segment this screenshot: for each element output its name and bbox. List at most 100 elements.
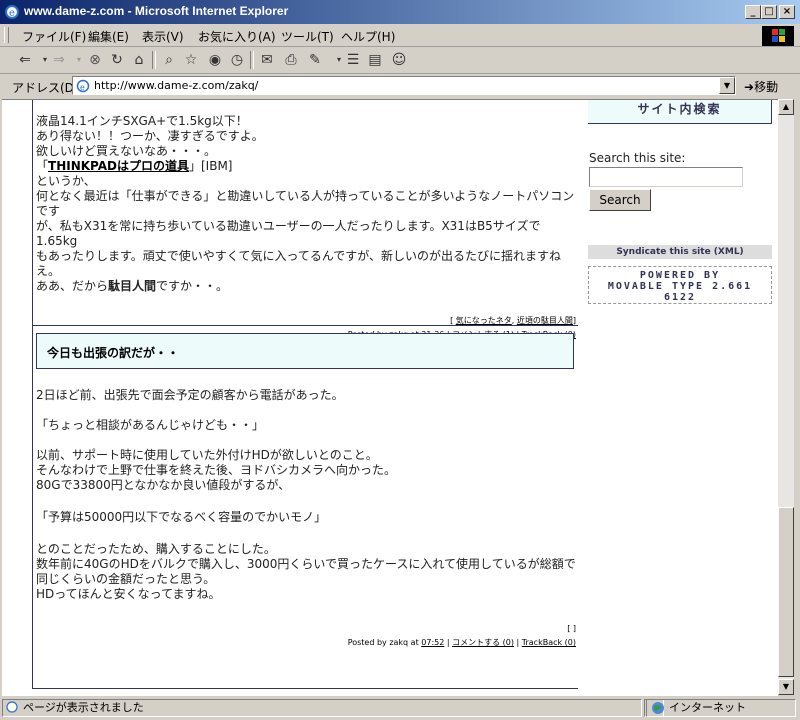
post-line: 以前、サポート時に使用していた外付けHDが欲しいとのこと。	[36, 448, 378, 462]
status-zone-panel: インターネット	[646, 699, 796, 717]
refresh-icon[interactable]: ↻	[108, 51, 126, 69]
page-icon: e	[76, 79, 90, 93]
post-line: 同じくらいの金額だったと思う。	[36, 572, 216, 586]
trackback-link[interactable]: TrackBack (0)	[522, 638, 576, 647]
favorites-icon[interactable]: ☆	[182, 51, 200, 69]
globe-icon	[651, 701, 665, 720]
last-suffix: ですか・・。	[156, 279, 229, 293]
site-search-heading: サイト内検索	[588, 100, 772, 124]
page-viewport: 液晶14.1インチSXGA+で1.5kg以下！ あり得ない！！つーか、凄すぎるで…	[2, 99, 778, 696]
search-button[interactable]: Search	[589, 189, 651, 211]
svg-text:e: e	[9, 8, 15, 19]
address-label: アドレス(D)	[12, 81, 79, 95]
post-line: が、私もX31を常に持ち歩いている勘違いユーザーの一人だったりします。X31はB…	[36, 219, 541, 248]
address-url: http://www.dame-z.com/zakq/	[94, 79, 259, 92]
print-icon[interactable]: ⎙	[282, 51, 300, 69]
menu-bar: ファイル(F) 編集(E) 表示(V) お気に入り(A) ツール(T) ヘルプ(…	[0, 24, 800, 47]
title-bar: e www.dame-z.com - Microsoft Internet Ex…	[0, 0, 800, 24]
post-border-left	[32, 100, 33, 325]
post-1: 液晶14.1インチSXGA+で1.5kg以下！ あり得ない！！つーか、凄すぎるで…	[36, 114, 576, 342]
post-line: 欲しいけど買えないなあ・・・。	[36, 144, 217, 158]
windows-logo-icon	[762, 26, 794, 46]
posted-by: Posted by zakq at	[347, 638, 422, 647]
post-line: 数年前に40GのHDをバルクで購入し、3000円くらいで買ったケースに入れて使用…	[36, 557, 576, 571]
browser-window: e www.dame-z.com - Microsoft Internet Ex…	[0, 0, 800, 720]
scroll-up-icon[interactable]: ▲	[778, 99, 794, 115]
media-icon[interactable]: ◉	[206, 51, 224, 69]
post-line: もあったりします。頑丈で使いやすくて気に入ってるんですが、新しいのが出るたびに揺…	[36, 249, 562, 278]
menu-tools[interactable]: ツール(T)	[281, 28, 334, 45]
post-line: というか、	[36, 174, 96, 188]
movable-type-badge[interactable]: POWERED BY MOVABLE TYPE 2.661 6122	[588, 266, 772, 304]
comments-link[interactable]: コメントする (0)	[452, 638, 514, 647]
stop-icon[interactable]: ⊗	[86, 51, 104, 69]
scroll-down-icon[interactable]: ▼	[778, 679, 794, 695]
mt-counter-text: 6122	[663, 292, 697, 303]
post-last-line: ああ、だから駄目人間ですか・・。	[36, 279, 576, 294]
thinkpad-link[interactable]: THINKPADはプロの道具	[48, 159, 189, 173]
toolbar-separator	[152, 51, 156, 69]
minimize-button[interactable]: _	[745, 5, 761, 19]
link-prefix: 「	[36, 159, 49, 173]
address-input[interactable]: e http://www.dame-z.com/zakq/ ▼	[72, 76, 736, 95]
menu-edit[interactable]: 編集(E)	[88, 28, 129, 45]
mt-version-text: MOVABLE TYPE 2.661	[607, 281, 753, 292]
post-2: 2日ほど前、出張先で面会予定の顧客から電話があった。 「ちょっと相談があるんじゃ…	[36, 388, 576, 650]
post-line: 液晶14.1インチSXGA+で1.5kg以下！	[36, 114, 248, 128]
toolbar-separator	[250, 51, 254, 69]
post-separator	[32, 325, 578, 326]
svg-text:e: e	[80, 83, 85, 92]
post-line: とのことだったため、購入することにした。	[36, 542, 276, 556]
maximize-button[interactable]: □	[761, 5, 777, 19]
post-2-categories: [ ]	[567, 624, 576, 633]
permalink[interactable]: 07:52	[421, 638, 444, 647]
search-icon[interactable]: ⌕	[160, 51, 178, 69]
home-icon[interactable]: ⌂	[130, 51, 148, 69]
close-button[interactable]: ×	[779, 5, 795, 19]
vertical-scrollbar[interactable]: ▲ ▼	[778, 99, 794, 695]
post-1-body: 液晶14.1インチSXGA+で1.5kg以下！ あり得ない！！つーか、凄すぎるで…	[36, 114, 576, 294]
go-label: 移動	[754, 80, 779, 94]
post-line: 2日ほど前、出張先で面会予定の顧客から電話があった。	[36, 388, 344, 402]
post-2-meta: Posted by zakq at 07:52 | コメントする (0) | T…	[347, 638, 576, 647]
messenger-icon[interactable]: ☺	[390, 51, 408, 69]
research-icon[interactable]: ▤	[366, 51, 384, 69]
syndicate-link[interactable]: Syndicate this site (XML)	[588, 245, 772, 259]
post-line: 「ちょっと相談があるんじゃけども・・」	[36, 418, 265, 432]
powered-by-text: POWERED BY	[639, 270, 721, 281]
address-bar: アドレス(D) e http://www.dame-z.com/zakq/ ▼ …	[0, 74, 800, 98]
address-dropdown-icon[interactable]: ▼	[719, 77, 735, 94]
category-link[interactable]: 気になったネタ	[456, 316, 512, 325]
back-icon[interactable]: ⇐	[16, 51, 34, 69]
link-suffix: 」[IBM]	[189, 159, 233, 173]
menu-help[interactable]: ヘルプ(H)	[341, 28, 395, 45]
post-2-body: 2日ほど前、出張先で面会予定の顧客から電話があった。 「ちょっと相談があるんじゃ…	[36, 388, 576, 602]
menu-grip	[4, 27, 9, 43]
post-line: 何となく最近は「仕事ができる」と勘違いしている人が持っていることが多いようなノー…	[36, 189, 575, 218]
post-border-left	[32, 325, 33, 688]
menu-favorites[interactable]: お気に入り(A)	[198, 28, 276, 45]
search-input[interactable]	[589, 167, 743, 187]
mail-icon[interactable]: ✉	[258, 51, 276, 69]
menu-view[interactable]: 表示(V)	[142, 28, 184, 45]
zone-label: インターネット	[669, 701, 746, 714]
post-2-footer: [ ] Posted by zakq at 07:52 | コメントする (0)…	[36, 622, 576, 650]
bracket-close: ]	[572, 316, 576, 325]
toolbar: ⇐ ▾ ⇒ ▾ ⊗ ↻ ⌂ ⌕ ☆ ◉ ◷ ✉ ⎙ ✎ ▾ ☰ ▤ ☺	[0, 47, 800, 74]
status-message: ページが表示されました	[23, 701, 144, 714]
history-icon[interactable]: ◷	[228, 51, 246, 69]
edit-icon[interactable]: ✎	[306, 51, 324, 69]
post-line: HDってほんと安くなってますね。	[36, 587, 221, 601]
go-button[interactable]: ➜移動	[744, 78, 778, 95]
ie-logo-icon: e	[5, 5, 19, 19]
search-label: Search this site:	[589, 151, 686, 165]
scroll-thumb[interactable]	[778, 507, 794, 677]
post-line: そんなわけで上野で仕事を終えた後、ヨドバシカメラへ向かった。	[36, 463, 397, 477]
menu-file[interactable]: ファイル(F)	[22, 28, 86, 45]
forward-icon[interactable]: ⇒	[50, 51, 68, 69]
category-link[interactable]: 近頃の駄目人間	[517, 316, 573, 325]
post-2-title: 今日も出張の訳だが・・	[36, 333, 574, 369]
discuss-icon[interactable]: ☰	[344, 51, 362, 69]
post-line: 80Gで33800円となかなか良い値段がするが、	[36, 478, 291, 492]
status-message-panel: ページが表示されました	[2, 699, 642, 717]
